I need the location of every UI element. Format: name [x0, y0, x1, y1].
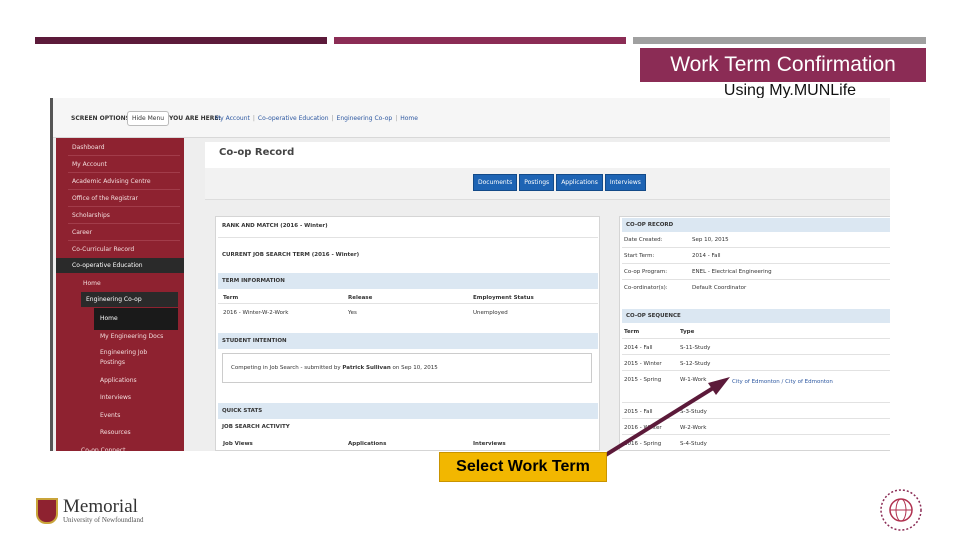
field-label: Date Created: [624, 237, 663, 243]
sidebar-item-coop-education[interactable]: Co-operative Education [56, 258, 184, 273]
term-info-header: TERM INFORMATION [218, 273, 598, 289]
documents-button[interactable]: Documents [473, 174, 518, 191]
action-buttons: Documents Postings Applications Intervie… [473, 174, 646, 191]
current-term-header: CURRENT JOB SEARCH TERM (2016 - Winter) [222, 252, 360, 258]
stat-applications: Applications [348, 441, 387, 447]
field-value: ENEL - Electrical Engineering [692, 269, 772, 275]
coop-record-header: CO-OP RECORD [622, 218, 890, 232]
seq-col-type: Type [680, 329, 695, 335]
logo-name: Memorial [63, 496, 138, 517]
postings-button[interactable]: Postings [519, 174, 555, 191]
job-search-panel: RANK AND MATCH (2016 - Winter) CURRENT J… [215, 216, 600, 451]
sidebar: Dashboard My Account Academic Advising C… [56, 138, 184, 451]
term-value: 2016 - Winter-W-2-Work [223, 310, 289, 316]
employment-value: Unemployed [473, 310, 508, 316]
seq-type: S-3-Study [680, 409, 707, 415]
rank-match-header: RANK AND MATCH (2016 - Winter) [222, 223, 328, 229]
sidebar-sub2-resources[interactable]: Resources [94, 428, 178, 438]
sidebar-sub2-home[interactable]: Home [94, 308, 178, 330]
applications-button[interactable]: Applications [556, 174, 603, 191]
stat-job-views: Job Views [223, 441, 253, 447]
crest-icon [36, 498, 58, 524]
sidebar-sub-home[interactable]: Home [78, 276, 175, 291]
decor-bar-1 [35, 37, 327, 44]
sidebar-sub-coop-connect[interactable]: Co-op Connect [76, 443, 173, 451]
title-row: Co-op Record [205, 142, 890, 168]
screen-options-label: SCREEN OPTIONS: [71, 115, 133, 122]
you-are-here-label: YOU ARE HERE: [169, 115, 221, 122]
sidebar-sub2-job-postings[interactable]: Engineering Job Postings [94, 348, 154, 368]
sidebar-item-academic-advising[interactable]: Academic Advising Centre [56, 174, 184, 189]
sidebar-item-dashboard[interactable]: Dashboard [56, 140, 184, 155]
logo-sub: University of Newfoundland [63, 516, 144, 524]
globe-seal-icon [880, 489, 922, 531]
slide: Work Term Confirmation Using My.MUNLife … [0, 0, 960, 540]
sidebar-sub2-applications[interactable]: Applications [94, 376, 178, 386]
sidebar-sub-engineering-coop[interactable]: Engineering Co-op [81, 292, 178, 307]
seq-term[interactable]: 2015 - Spring [624, 377, 661, 383]
seq-term[interactable]: 2015 - Winter [624, 361, 662, 367]
page-title: Co-op Record [219, 147, 295, 158]
seq-type: S-4-Study [680, 441, 707, 447]
sidebar-item-co-curricular[interactable]: Co-Curricular Record [56, 242, 184, 257]
slide-title: Work Term Confirmation [640, 48, 926, 82]
release-value: Yes [348, 310, 357, 316]
sidebar-sub2-interviews[interactable]: Interviews [94, 393, 178, 403]
main-content: Co-op Record Documents Postings Applicat… [205, 142, 890, 451]
seq-type: W-2-Work [680, 425, 707, 431]
breadcrumb-my-account[interactable]: My Account [215, 115, 250, 122]
sidebar-item-career[interactable]: Career [56, 225, 184, 240]
breadcrumb-engineering-coop[interactable]: Engineering Co-op [337, 115, 393, 122]
coop-record-panel: CO-OP RECORD Date Created: Sep 10, 2015 … [619, 216, 890, 451]
seq-term[interactable]: 2016 - Spring [624, 441, 661, 447]
breadcrumb: My Account | Co-operative Education | Engine… [215, 115, 418, 122]
seq-term[interactable]: 2015 - Fall [624, 409, 653, 415]
field-value: 2014 - Fall [692, 253, 721, 259]
student-intention-header: STUDENT INTENTION [218, 333, 598, 349]
seq-type: S-11-Study [680, 345, 711, 351]
seq-employer-link[interactable]: City of Edmonton / City of Edmonton [732, 379, 833, 385]
field-label: Co-op Program: [624, 269, 668, 275]
sidebar-sub2-events[interactable]: Events [94, 411, 178, 421]
sidebar-item-scholarships[interactable]: Scholarships [56, 208, 184, 223]
field-label: Co-ordinator(s): [624, 285, 668, 291]
intention-text: Competing in Job Search - submitted by P… [231, 365, 438, 371]
field-value: Default Coordinator [692, 285, 747, 291]
breadcrumb-home[interactable]: Home [400, 115, 418, 122]
screen-options-bar: SCREEN OPTIONS: Hide Menu YOU ARE HERE: … [53, 98, 890, 138]
hide-menu-button[interactable]: Hide Menu [127, 111, 170, 126]
col-release: Release [348, 295, 373, 301]
sidebar-sub2-engineering-docs[interactable]: My Engineering Docs [94, 332, 178, 342]
intention-box: Competing in Job Search - submitted by P… [222, 353, 592, 383]
interviews-button[interactable]: Interviews [604, 174, 646, 191]
col-term: Term [223, 295, 239, 301]
seq-col-term: Term [624, 329, 640, 335]
seq-term[interactable]: 2016 - Winter [624, 425, 662, 431]
memorial-logo: Memorial University of Newfoundland [36, 496, 144, 524]
embedded-screenshot: SCREEN OPTIONS: Hide Menu YOU ARE HERE: … [50, 98, 890, 451]
breadcrumb-coop-education[interactable]: Co-operative Education [258, 115, 329, 122]
quick-stats-header: QUICK STATS [218, 403, 598, 419]
seq-term[interactable]: 2014 - Fall [624, 345, 653, 351]
stat-interviews: Interviews [473, 441, 506, 447]
decor-bar-3 [633, 37, 926, 44]
decor-bar-2 [334, 37, 626, 44]
field-label: Start Term: [624, 253, 655, 259]
select-work-term-callout: Select Work Term [439, 452, 607, 482]
field-value: Sep 10, 2015 [692, 237, 729, 243]
coop-sequence-header: CO-OP SEQUENCE [622, 309, 890, 323]
seq-type: S-12-Study [680, 361, 711, 367]
seq-type-work[interactable]: W-1-Work [680, 377, 706, 383]
sidebar-item-my-account[interactable]: My Account [56, 157, 184, 172]
col-employment-status: Employment Status [473, 295, 534, 301]
sidebar-item-registrar[interactable]: Office of the Registrar [56, 191, 184, 206]
student-name: Patrick Sullivan [342, 365, 391, 371]
job-search-activity-header: JOB SEARCH ACTIVITY [222, 424, 290, 430]
